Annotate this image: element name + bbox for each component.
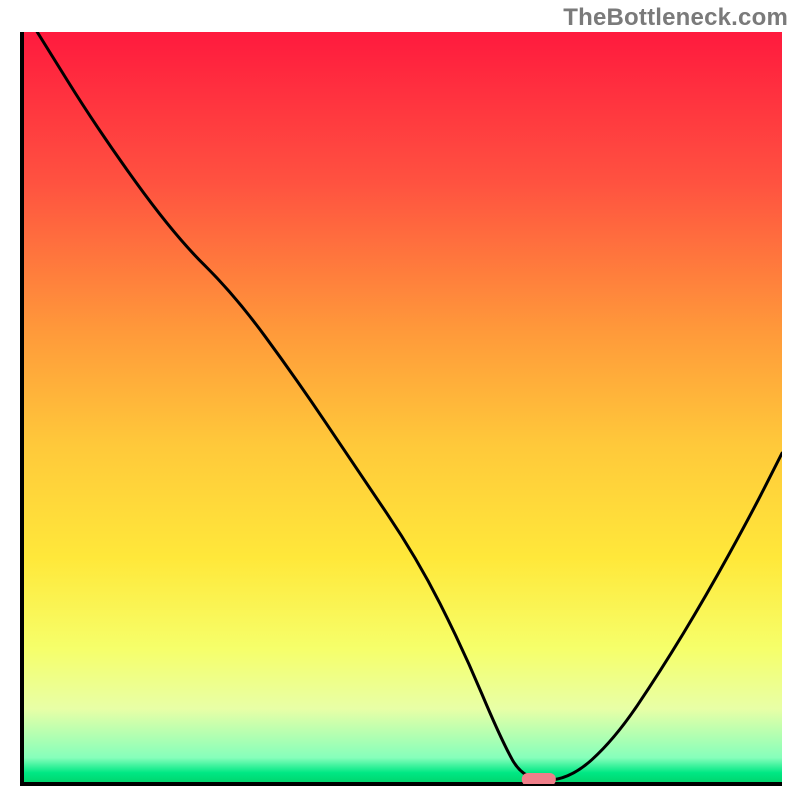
- bottleneck-chart: [0, 0, 800, 800]
- gradient-background: [22, 32, 782, 784]
- chart-stage: TheBottleneck.com: [0, 0, 800, 800]
- watermark-text: TheBottleneck.com: [563, 4, 788, 32]
